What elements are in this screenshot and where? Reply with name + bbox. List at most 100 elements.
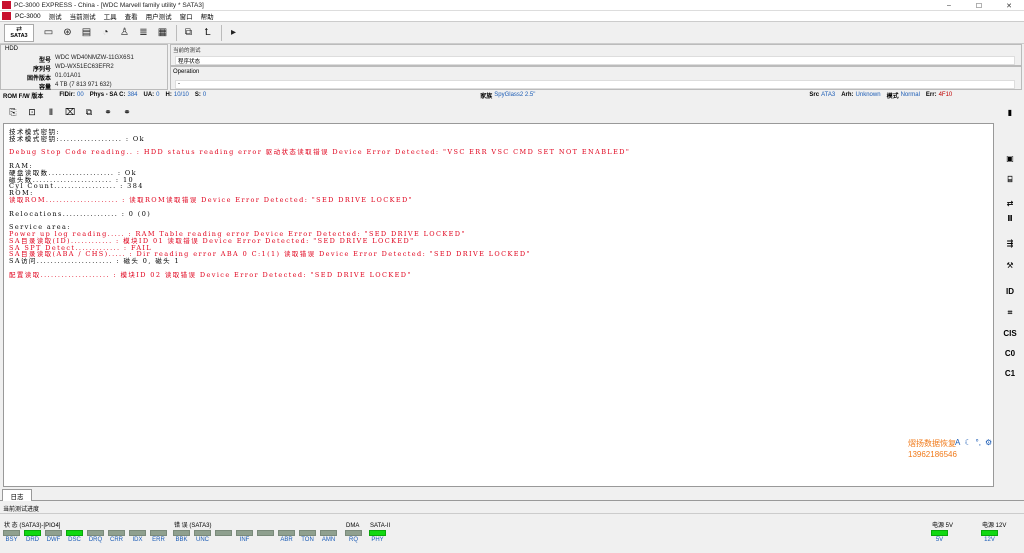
sata-port-button[interactable]: ⇄ SATA3	[4, 23, 34, 42]
drive-icon: ▭	[43, 27, 54, 38]
rtb-button-id[interactable]: ID	[1000, 283, 1020, 299]
menu-item-test[interactable]: 测试	[49, 11, 62, 21]
rtb-button-1[interactable]: ▮	[1000, 104, 1020, 120]
indicator-label: AMN	[321, 537, 336, 543]
power12v-indicator-group: 电源 12V 12V	[980, 523, 1006, 551]
rom-version-label: ROM F/W 版本	[3, 93, 44, 100]
ime-moon-icon[interactable]: ☾	[964, 438, 971, 447]
indicator-err: ERR	[149, 530, 168, 543]
log-line: 硬盘读取数................... : Ok	[9, 168, 137, 177]
log-line: Relocations................ : 0 (0)	[9, 209, 152, 218]
menu-item-help[interactable]: 帮助	[201, 11, 214, 21]
indicator-dsc: DSC	[65, 530, 84, 543]
indicator-lamp	[3, 530, 20, 536]
indicator-lamp	[257, 530, 274, 536]
copy-log-button[interactable]: ⧉	[82, 105, 96, 119]
info-icon-button[interactable]: ▤	[78, 24, 95, 41]
rtb-button-2[interactable]: ▣	[1000, 150, 1020, 166]
indicator-label: BSY	[5, 537, 18, 543]
head-icon-button[interactable]: ◔	[97, 24, 114, 41]
current-test-panel: 当前的测试 程序状态	[170, 44, 1022, 66]
indicator-crr: CRR	[107, 530, 126, 543]
network-icon-button[interactable]: ⊛	[59, 24, 76, 41]
ime-lang-icon[interactable]: A	[955, 438, 960, 447]
rtb-button-c0[interactable]: C0	[1000, 345, 1020, 361]
find-button[interactable]: ⚭	[101, 105, 115, 119]
tab-log[interactable]: 日志	[2, 489, 32, 501]
status-indicator-group: 状 态 (SATA3)-[PIO4] BSY DRD DWF DSC DRQ CRR IDX E…	[2, 523, 170, 551]
watermark-name: 熠扬数据恢复	[908, 439, 956, 448]
pause-button[interactable]: Ⅱ	[44, 105, 58, 119]
indicator-group-title: 状 态 (SATA3)-[PIO4]	[4, 523, 61, 529]
family-label: 家族	[480, 93, 493, 100]
menu-item-window[interactable]: 窗口	[180, 11, 193, 21]
menu-item-pc3000[interactable]: PC-3000	[15, 13, 41, 20]
current-test-value: 程序状态	[175, 56, 1015, 65]
indicator-label: DSC	[68, 537, 81, 543]
indicator-lamp	[87, 530, 104, 536]
operation-panel: Operation -	[170, 66, 1022, 90]
indicator-lamp	[345, 530, 362, 536]
open-log-button[interactable]: ⎘	[6, 105, 20, 119]
chip-icon: ▣	[1006, 153, 1014, 163]
script-icon-button[interactable]: Ꝉ	[199, 24, 216, 41]
stack-icon-button[interactable]: ≣	[135, 24, 152, 41]
grid-icon-button[interactable]: ▦	[154, 24, 171, 41]
progress-label: 当前测试进度	[3, 507, 40, 513]
rtb-button-6[interactable]: ⇶	[1000, 235, 1020, 251]
sata-port-label: SATA3	[10, 33, 28, 39]
menu-item-tools[interactable]: 工具	[104, 11, 117, 21]
indicator-lamp	[150, 530, 167, 536]
play-button[interactable]: ▸	[225, 24, 242, 41]
bottom-tabs: 日志	[0, 489, 1024, 501]
find-next-button[interactable]: ⚭	[120, 105, 134, 119]
transfer-icon: ⇄	[1006, 198, 1014, 208]
indicator-ton: TON	[298, 530, 317, 543]
indicator-label: UNC	[196, 537, 209, 543]
operation-label: Operation	[173, 69, 200, 75]
pause-icon: Ⅱ	[1007, 213, 1013, 223]
menu-item-current-test[interactable]: 当前测试	[70, 11, 96, 21]
rtb-button-4[interactable]: ⇄	[1000, 195, 1020, 211]
rtb-button-cis[interactable]: CIS	[1000, 325, 1020, 341]
indicator-label: BBK	[175, 537, 188, 543]
indicator-label: INF	[239, 537, 250, 543]
log-area[interactable]: 技术模式密钥: 技术模式密钥:.................. : Ok Deb…	[3, 123, 994, 487]
arh-label: Arh:	[841, 92, 854, 98]
save-log-button[interactable]: ⊡	[25, 105, 39, 119]
indicator-lamp	[173, 530, 190, 536]
indicator-label: DRQ	[88, 537, 103, 543]
minimize-button[interactable]: –	[934, 0, 964, 11]
maximize-button[interactable]: ☐	[964, 0, 994, 11]
menu-item-user-test[interactable]: 用户测试	[146, 11, 172, 21]
copy-icon-button[interactable]: ⧉	[180, 24, 197, 41]
indicator-lamp	[129, 530, 146, 536]
log-line: SA目录读取(ID)............ : 模块ID 01 读取错误 De…	[9, 236, 415, 245]
hdd-info-panel: HDD 型号 WDC WD40NMZW-11GX6S1 序列号 WD-WX51E…	[0, 44, 168, 91]
ime-punct-icon[interactable]: °,	[976, 438, 981, 447]
rtb-button-7[interactable]: ⚒	[1000, 257, 1020, 273]
log-line: 技术模式密钥:.................. : Ok	[9, 134, 145, 143]
log-line: 配置读取.................... : 模块ID 02 读取错误 …	[9, 270, 412, 279]
hdd-value: WD-WX51EC63EFR2	[55, 64, 114, 70]
indicator-drd: DRD	[23, 530, 42, 543]
indicator-abr: ABR	[277, 530, 296, 543]
rtb-button-c1[interactable]: C1	[1000, 365, 1020, 381]
close-button[interactable]: ✕	[994, 0, 1024, 11]
c1-icon: C1	[1004, 368, 1016, 378]
indicator-bsy: BSY	[2, 530, 21, 543]
rtb-button-5[interactable]: Ⅱ	[1000, 210, 1020, 226]
rtb-button-9[interactable]: ⌗	[1000, 305, 1020, 321]
dma-indicator-group: DMA RQ	[344, 523, 365, 551]
power5v-indicator-group: 电源 5V 5V	[930, 523, 953, 551]
rtb-button-3[interactable]: ⌸	[1000, 172, 1020, 188]
clear-log-button[interactable]: ⌧	[63, 105, 77, 119]
tower-icon-button[interactable]: ♙	[116, 24, 133, 41]
ime-settings-icon[interactable]: ⚙	[985, 438, 992, 447]
hdd-label: 序列号	[32, 67, 51, 73]
log-line: RAM:	[9, 161, 34, 170]
indicator-lamp	[299, 530, 316, 536]
menu-item-view[interactable]: 查看	[125, 11, 138, 21]
drive-icon-button[interactable]: ▭	[40, 24, 57, 41]
